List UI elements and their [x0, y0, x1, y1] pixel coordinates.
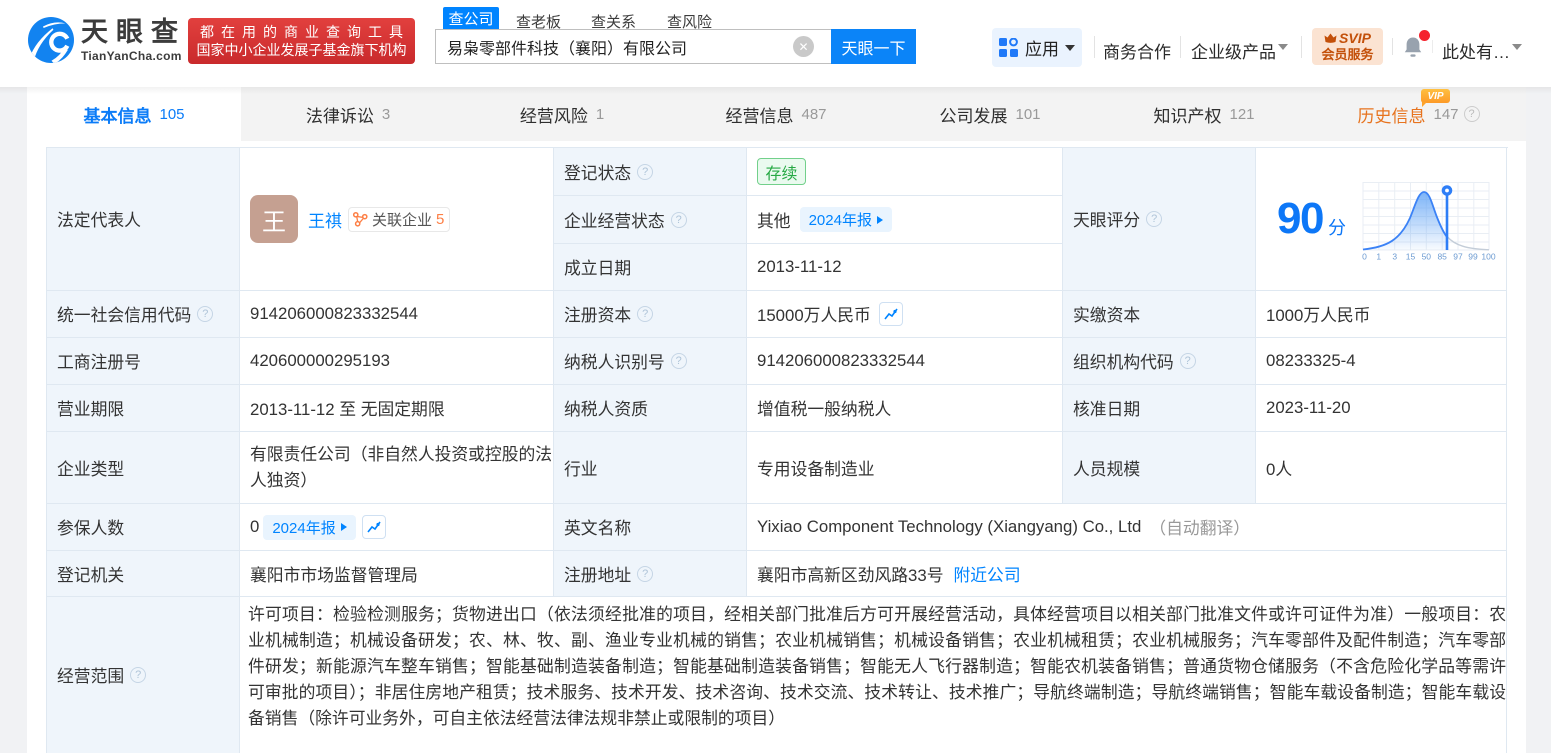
svg-text:99: 99 [1468, 251, 1478, 261]
svg-text:50: 50 [1422, 251, 1432, 261]
svg-text:100: 100 [1481, 251, 1495, 261]
svg-text:3: 3 [1392, 251, 1397, 261]
svg-text:97: 97 [1453, 251, 1463, 261]
svg-text:85: 85 [1437, 251, 1447, 261]
svg-text:1: 1 [1376, 251, 1381, 261]
svg-text:15: 15 [1406, 251, 1416, 261]
svg-text:0: 0 [1362, 251, 1367, 261]
